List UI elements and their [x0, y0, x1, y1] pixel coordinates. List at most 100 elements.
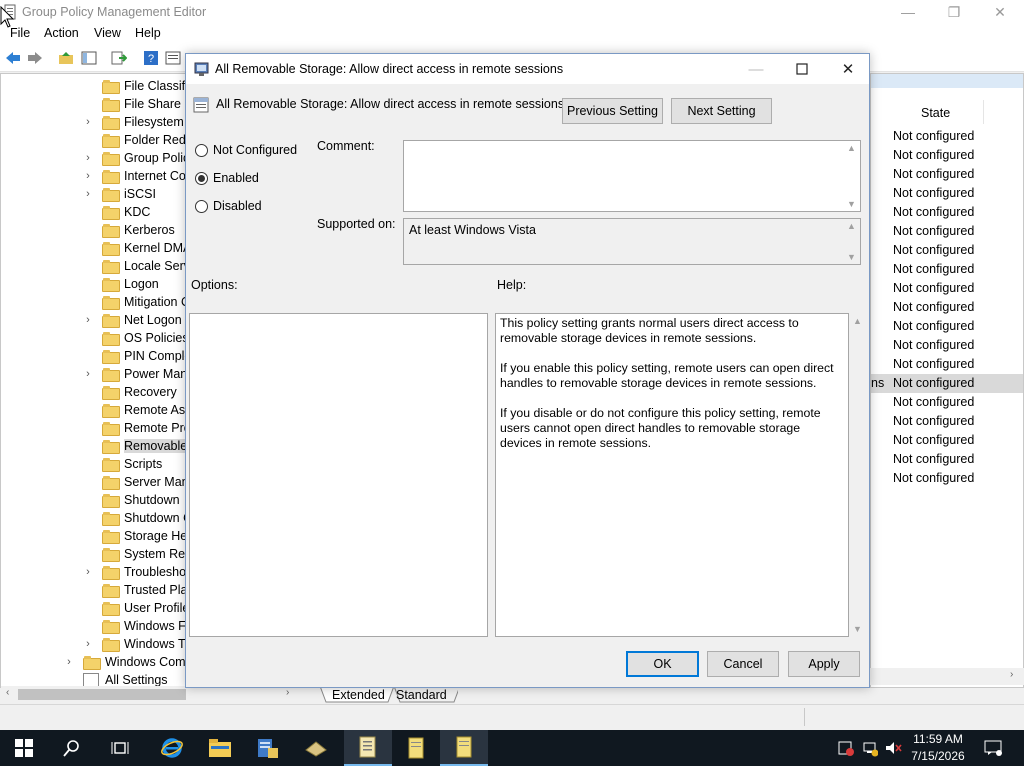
main-close-button[interactable]: ✕ — [977, 0, 1023, 24]
task-view-button[interactable] — [96, 730, 144, 766]
cancel-button[interactable]: Cancel — [707, 651, 779, 677]
main-minimize-button[interactable]: — — [885, 0, 931, 24]
setting-state-cell[interactable]: Not configured — [893, 433, 974, 447]
setting-state-cell[interactable]: Not configured — [893, 338, 974, 352]
tree-item[interactable]: Mitigation O — [82, 293, 191, 311]
tools-button[interactable] — [292, 730, 340, 766]
setting-state-cell[interactable]: Not configured — [893, 167, 974, 181]
server-manager-button[interactable] — [244, 730, 292, 766]
dialog-maximize-button[interactable] — [779, 54, 825, 84]
tree-item[interactable]: File Classific — [82, 77, 194, 95]
tree-item[interactable]: Shutdown — [82, 491, 180, 509]
expand-chevron-icon[interactable]: › — [82, 170, 94, 182]
help-icon[interactable]: ? — [142, 50, 160, 66]
tree-item[interactable]: Kernel DMA — [82, 239, 191, 257]
setting-state-cell[interactable]: Not configured — [893, 395, 974, 409]
radio-not-configured-circle[interactable] — [195, 143, 208, 157]
setting-state-cell[interactable]: Not configured — [893, 300, 974, 314]
tree-item[interactable]: Server Mana — [82, 473, 196, 491]
tree-item[interactable]: Remote Proc — [82, 419, 197, 437]
radio-enabled-circle[interactable] — [195, 171, 208, 185]
right-horizontal-scrollbar[interactable]: › — [870, 668, 1024, 685]
properties-icon[interactable] — [164, 50, 182, 66]
radio-enabled[interactable]: Enabled — [195, 171, 259, 185]
expand-chevron-icon[interactable]: › — [82, 188, 94, 200]
tree-item[interactable]: › Windows Comp — [63, 653, 193, 671]
tree-item[interactable]: User Profiles — [82, 599, 196, 617]
scroll-up-icon[interactable]: ▲ — [853, 316, 862, 326]
tree-item[interactable]: Locale Servic — [82, 257, 199, 275]
tree-item[interactable]: › Filesystem — [82, 113, 184, 131]
tree-item[interactable]: › Troublesho — [82, 563, 186, 581]
dialog-close-button[interactable]: ✕ — [825, 54, 871, 84]
comment-scrollbar[interactable]: ▲ ▼ — [845, 141, 860, 211]
menu-action[interactable]: Action — [44, 26, 79, 40]
internet-explorer-button[interactable] — [148, 730, 196, 766]
radio-not-configured[interactable]: Not Configured — [195, 143, 297, 157]
expand-chevron-icon[interactable]: › — [82, 314, 94, 326]
ok-button[interactable]: OK — [626, 651, 699, 677]
scroll-right-icon-2[interactable]: › — [1010, 669, 1013, 680]
tree-item[interactable]: Remote Assi — [82, 401, 194, 419]
tree-item[interactable]: Trusted Platf — [82, 581, 194, 599]
supported-scrollbar[interactable]: ▲ ▼ — [845, 219, 860, 264]
comment-textbox[interactable]: ▲ ▼ — [403, 140, 861, 212]
radio-disabled-circle[interactable] — [195, 199, 208, 213]
previous-setting-button[interactable]: Previous Setting — [562, 98, 663, 124]
setting-state-cell[interactable]: Not configured — [893, 148, 974, 162]
tree-item[interactable]: Logon — [82, 275, 159, 293]
menu-help[interactable]: Help — [135, 26, 161, 40]
file-explorer-button[interactable] — [196, 730, 244, 766]
action-center-icon[interactable] — [984, 740, 1002, 756]
notepad-active-button[interactable] — [440, 730, 488, 766]
menu-file[interactable]: File — [10, 26, 30, 40]
setting-state-cell[interactable]: Not configured — [893, 262, 974, 276]
scroll-up-icon[interactable]: ▲ — [847, 221, 856, 231]
tree-item[interactable]: › Internet Com — [82, 167, 196, 185]
scroll-down-icon[interactable]: ▼ — [847, 199, 856, 209]
tree-item[interactable]: Storage Hea — [82, 527, 194, 545]
expand-chevron-icon[interactable]: › — [82, 152, 94, 164]
forward-arrow-icon[interactable] — [26, 50, 44, 66]
tree-item[interactable]: Removable S — [82, 437, 200, 455]
tree-horizontal-scrollbar[interactable]: ‹ › — [1, 686, 299, 703]
tree-item[interactable]: Scripts — [82, 455, 162, 473]
tree-item[interactable]: System Rest — [82, 545, 195, 563]
scroll-left-icon[interactable]: ‹ — [6, 687, 9, 698]
export-list-icon[interactable] — [110, 50, 128, 66]
tree-item[interactable]: Windows Fil — [82, 617, 191, 635]
search-button[interactable] — [48, 730, 96, 766]
setting-state-cell[interactable]: Not configured — [893, 186, 974, 200]
setting-state-cell[interactable]: Not configured — [893, 471, 974, 485]
tree-item[interactable]: File Share Sh — [82, 95, 200, 113]
network-icon[interactable] — [862, 739, 878, 757]
tree-item[interactable]: › Windows Tir — [82, 635, 192, 653]
tree-item[interactable]: Kerberos — [82, 221, 175, 239]
dialog-minimize-button[interactable]: — — [733, 54, 779, 84]
scroll-up-icon[interactable]: ▲ — [847, 143, 856, 153]
setting-state-cell[interactable]: Not configured — [893, 376, 974, 390]
notepad-button[interactable] — [392, 730, 440, 766]
tree-item[interactable]: Recovery — [82, 383, 177, 401]
expand-chevron-icon[interactable]: › — [63, 656, 75, 668]
setting-state-cell[interactable]: Not configured — [893, 281, 974, 295]
start-button[interactable] — [0, 730, 48, 766]
tree-item[interactable]: KDC — [82, 203, 150, 221]
tree-item[interactable]: › iSCSI — [82, 185, 156, 203]
expand-chevron-icon[interactable]: › — [82, 638, 94, 650]
tree-item[interactable]: › Power Mana — [82, 365, 194, 383]
setting-state-cell[interactable]: Not configured — [893, 129, 974, 143]
setting-state-cell[interactable]: Not configured — [893, 357, 974, 371]
setting-state-cell[interactable]: Not configured — [893, 205, 974, 219]
main-restore-button[interactable]: ❐ — [931, 0, 977, 24]
security-alert-icon[interactable] — [838, 739, 854, 757]
tree-scroll-thumb[interactable] — [18, 689, 186, 700]
menu-view[interactable]: View — [94, 26, 121, 40]
up-folder-icon[interactable] — [57, 50, 75, 66]
group-policy-taskbar-button[interactable] — [344, 730, 392, 766]
expand-chevron-icon[interactable]: › — [82, 566, 94, 578]
expand-chevron-icon[interactable]: › — [82, 116, 94, 128]
tree-item[interactable]: › Net Logon — [82, 311, 182, 329]
expand-chevron-icon[interactable]: › — [82, 368, 94, 380]
tab-extended[interactable]: Extended — [332, 688, 385, 702]
